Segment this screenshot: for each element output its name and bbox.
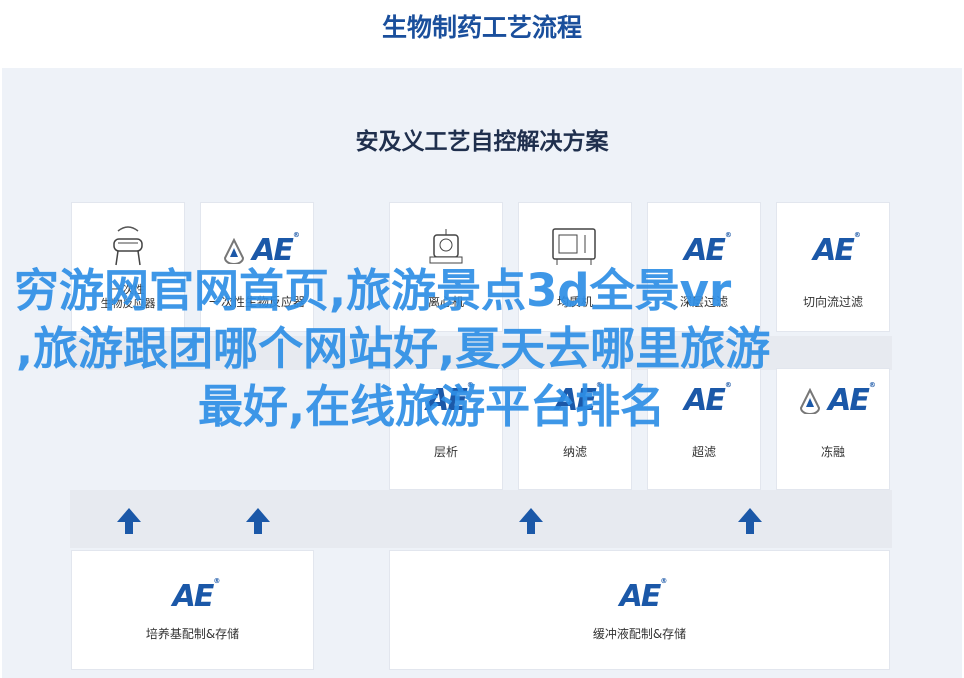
arrow-up-icon <box>738 508 762 534</box>
card-label: 纳滤 <box>562 445 587 459</box>
process-card: AE ® 缓冲液配制&存储 <box>389 550 890 670</box>
card-label: 冻融 <box>820 445 845 459</box>
process-band <box>70 490 892 548</box>
process-card: AE ® 培养基配制&存储 <box>71 550 314 670</box>
overlay-text: 穷游网官网首页,旅游景点3d全景vr ,旅游跟团哪个网站好,夏天去哪里旅游 最好… <box>14 262 894 436</box>
registered-mark: ® <box>213 577 221 585</box>
overlay-line: ,旅游跟团哪个网站好,夏天去哪里旅游 <box>16 322 771 375</box>
arrow-up-icon <box>117 508 141 534</box>
registered-mark: ® <box>853 231 861 239</box>
bioreactor-icon <box>72 223 184 267</box>
ae-logo-text: AE ® <box>619 577 668 614</box>
overlay-line: 穷游网官网首页,旅游景点3d全景vr <box>14 264 732 317</box>
arrow-up-icon <box>246 508 270 534</box>
card-label: 层析 <box>433 445 458 459</box>
card-label: 缓冲液配制&存储 <box>592 627 687 641</box>
card-label: 超滤 <box>691 445 716 459</box>
ae-logo-icon: AE ® <box>390 577 889 614</box>
overlay-line: 最好,在线旅游平台排名 <box>198 380 666 433</box>
registered-mark: ® <box>660 577 668 585</box>
arrow-up-icon <box>519 508 543 534</box>
registered-mark: ® <box>292 231 300 239</box>
card-label: 培养基配制&存储 <box>145 627 240 641</box>
diagram-subtitle: 安及义工艺自控解决方案 <box>355 129 609 155</box>
registered-mark: ® <box>724 231 732 239</box>
ae-logo-text: AE ® <box>172 577 221 614</box>
page-title: 生物制药工艺流程 <box>381 13 582 42</box>
ae-logo-icon: AE ® <box>72 577 313 614</box>
